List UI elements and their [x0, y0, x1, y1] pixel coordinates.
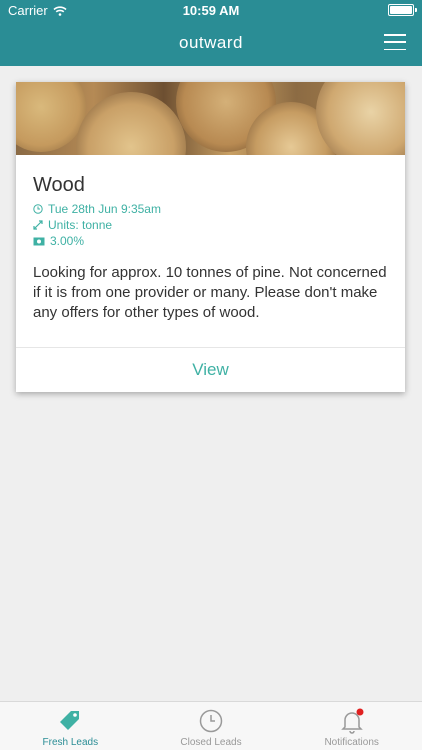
battery-icon	[388, 4, 417, 16]
tab-closed-leads[interactable]: Closed Leads	[141, 702, 282, 750]
lead-units: Units: tonne	[48, 218, 113, 232]
view-button[interactable]: View	[16, 348, 405, 392]
lead-description: Looking for approx. 10 tonnes of pine. N…	[33, 264, 387, 321]
tab-notifications-label: Notifications	[324, 737, 379, 748]
bell-icon	[340, 708, 364, 734]
wood-logs-image	[16, 82, 405, 155]
lead-date-row: Tue 28th Jun 9:35am	[33, 201, 388, 217]
lead-date: Tue 28th Jun 9:35am	[48, 202, 161, 216]
notification-badge	[356, 708, 364, 716]
lead-card: Wood Tue 28th Jun 9:35am Units: tonne 3.…	[16, 82, 405, 392]
hamburger-menu-icon[interactable]	[384, 34, 406, 50]
app-title: outward	[179, 33, 243, 52]
lead-title: Wood	[33, 174, 85, 196]
clock-icon	[199, 709, 223, 733]
tab-closed-leads-label: Closed Leads	[180, 737, 242, 748]
status-time: 10:59 AM	[182, 3, 240, 18]
money-icon	[33, 237, 45, 245]
tab-fresh-leads[interactable]: Fresh Leads	[0, 702, 141, 750]
card-body: Wood Tue 28th Jun 9:35am Units: tonne 3.…	[33, 174, 388, 323]
tab-fresh-leads-label: Fresh Leads	[42, 737, 99, 748]
clock-icon	[33, 204, 43, 214]
status-bar: Carrier 10:59 AM	[0, 0, 422, 22]
tab-notifications[interactable]: Notifications	[281, 702, 422, 750]
tab-bar: Fresh Leads Closed Leads Notifications	[0, 701, 422, 750]
lead-percent: 3.00%	[50, 234, 85, 248]
tag-icon	[60, 711, 80, 730]
lead-units-row: Units: tonne	[33, 217, 388, 233]
lead-percent-row: 3.00%	[33, 233, 388, 249]
top-bar: Carrier 10:59 AM outward	[0, 0, 422, 66]
resize-arrows-icon	[33, 220, 43, 230]
